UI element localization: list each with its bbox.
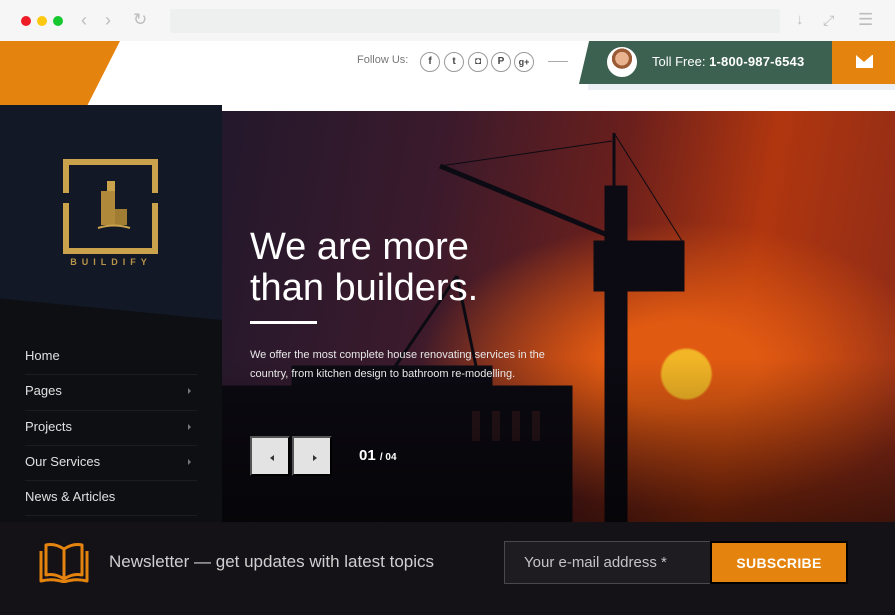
twitter-icon[interactable]: t <box>444 52 464 72</box>
logo-mark[interactable] <box>62 159 159 254</box>
download-icon[interactable]: ↓ <box>796 9 804 31</box>
hero-description: We offer the most complete house renovat… <box>250 349 545 380</box>
google-plus-icon[interactable]: g+ <box>514 52 534 72</box>
toll-bar-shadow <box>588 84 895 90</box>
building-icon <box>97 181 131 229</box>
nav-item-label: Our Services <box>25 453 101 469</box>
open-book-icon <box>39 543 89 583</box>
follow-us-label: Follow Us: <box>357 54 409 66</box>
close-window-button[interactable] <box>21 16 31 26</box>
instagram-icon[interactable]: ◘ <box>468 52 488 72</box>
fullscreen-icon[interactable]: ⤢ <box>823 9 834 31</box>
back-icon[interactable]: ‹ <box>81 9 87 31</box>
logo-text: BUILDIFY <box>70 257 152 267</box>
newsletter-text: Newsletter — get updates with latest top… <box>109 552 435 571</box>
nav-item-label: Projects <box>25 418 72 434</box>
nav-item-projects[interactable]: Projects <box>25 411 197 446</box>
toll-free-label: Toll Free: <box>652 54 706 69</box>
email-button[interactable] <box>832 41 895 84</box>
envelope-icon <box>856 55 873 68</box>
caret-right-icon <box>188 458 191 465</box>
nav-item-home[interactable]: Home <box>25 340 197 376</box>
nav-item-label: Home <box>25 348 60 363</box>
previous-slide-button[interactable] <box>250 436 290 476</box>
hero-title: We are more than builders. <box>250 226 479 309</box>
slide-total: / 04 <box>379 452 397 463</box>
hero-slider: We are more than builders. We offer the … <box>222 111 895 522</box>
email-input[interactable] <box>504 541 711 584</box>
reload-icon[interactable]: ↻ <box>133 9 147 31</box>
slide-counter: 01 / 04 <box>359 447 397 464</box>
toll-free-number[interactable]: 1-800-987-6543 <box>709 54 804 69</box>
maximize-window-button[interactable] <box>53 16 63 26</box>
toll-free-info: Toll Free: 1-800-987-6543 <box>652 54 804 69</box>
menu-icon[interactable]: ☰ <box>858 9 873 31</box>
divider <box>548 61 568 62</box>
nav-item-pages[interactable]: Pages <box>25 375 197 411</box>
address-bar[interactable] <box>170 9 780 33</box>
subscribe-button[interactable]: SUBSCRIBE <box>710 541 848 584</box>
browser-toolbar: ‹ › ↻ ↓ ⤢ ☰ <box>0 0 895 41</box>
support-agent-avatar <box>607 47 637 77</box>
caret-left-icon <box>270 455 274 461</box>
nav-item-label: Pages <box>25 383 62 399</box>
caret-right-icon <box>188 388 191 395</box>
caret-right-icon <box>313 455 317 461</box>
minimize-window-button[interactable] <box>37 16 47 26</box>
pinterest-icon[interactable]: P <box>491 52 511 72</box>
slide-current: 01 <box>359 447 376 464</box>
facebook-icon[interactable]: f <box>420 52 440 72</box>
forward-icon[interactable]: › <box>105 9 111 31</box>
next-slide-button[interactable] <box>292 436 332 476</box>
nav-item-news-articles[interactable]: News & Articles <box>25 481 197 517</box>
nav-item-our-services[interactable]: Our Services <box>25 446 197 482</box>
caret-right-icon <box>188 423 191 430</box>
nav-item-label: News & Articles <box>25 489 116 505</box>
main-nav: Home Pages Projects Our Services News & … <box>25 340 197 517</box>
sidebar: BUILDIFY Home Pages Projects Our Service… <box>0 105 222 525</box>
title-underline <box>250 321 317 324</box>
